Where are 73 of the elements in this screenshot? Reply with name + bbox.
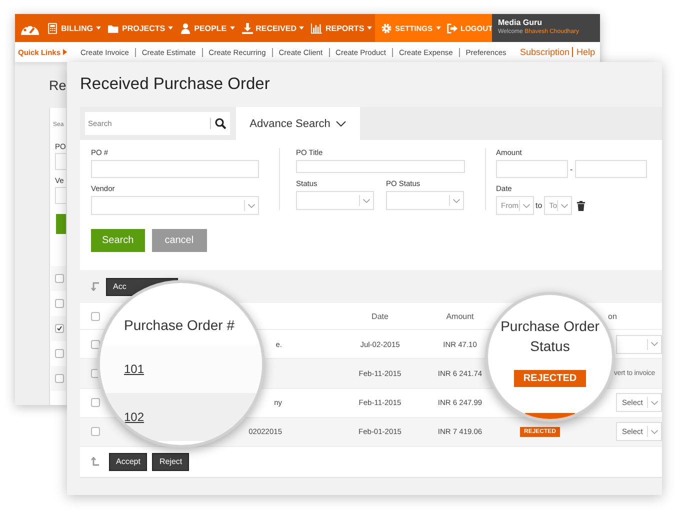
accept-button[interactable]: Accept: [109, 452, 148, 471]
status-badge: [525, 413, 575, 419]
chevron-down-icon: [651, 430, 658, 434]
chevron-down-icon: [248, 204, 255, 208]
reject-button[interactable]: Reject: [152, 452, 190, 471]
nav-menu-item[interactable]: REPORTS: [311, 22, 372, 34]
calculator-icon: [47, 22, 58, 34]
column-header: Date: [370, 312, 390, 321]
row-checkbox[interactable]: [90, 427, 100, 436]
range-joiner: to: [536, 201, 542, 210]
bar-chart-icon: [311, 22, 322, 34]
caret-icon: [168, 26, 174, 30]
caret-icon: [96, 26, 101, 30]
chevron-down-icon: [522, 204, 530, 208]
caret-icon: [436, 26, 441, 30]
column-header: Purchase Order #: [124, 317, 234, 333]
download-icon: [242, 22, 253, 34]
select-field[interactable]: [55, 187, 66, 204]
search-button[interactable]: Search: [91, 229, 145, 252]
nav-menu-item[interactable]: RECEIVED: [242, 22, 304, 34]
row-checkbox[interactable]: [90, 398, 100, 408]
input-field[interactable]: [496, 160, 568, 178]
nav-menu-item[interactable]: BILLING: [47, 22, 101, 34]
row-checkbox[interactable]: [90, 340, 100, 349]
chevron-down-icon: [453, 198, 460, 202]
bend-arrow-icon: [91, 457, 100, 466]
column-header: on: [607, 312, 618, 321]
select-field[interactable]: [91, 196, 259, 215]
order-number-link[interactable]: 102: [124, 410, 144, 424]
column-header: Purchase Order Status: [500, 317, 600, 356]
row-checkbox[interactable]: [55, 374, 64, 383]
advance-search-tab[interactable]: Advance Search: [236, 107, 360, 140]
row-checkbox[interactable]: [55, 274, 64, 283]
page-title: Re: [49, 78, 66, 95]
caret-icon: [62, 49, 67, 55]
chevron-down-icon: [363, 198, 370, 202]
select-field[interactable]: [296, 191, 374, 210]
range-separator: -: [570, 164, 573, 174]
input-field[interactable]: [91, 160, 259, 178]
cancel-button[interactable]: cancel: [152, 229, 207, 252]
page-title: Received Purchase Order: [80, 74, 271, 95]
nav-menu-item[interactable]: PROJECTS: [108, 22, 174, 34]
column-header: Amount: [445, 312, 475, 321]
chevron-down-icon: [336, 120, 346, 126]
chevron-down-icon: [651, 400, 658, 405]
row-checkbox[interactable]: [55, 349, 64, 358]
person-icon: [180, 22, 192, 34]
chevron-down-icon: [651, 342, 658, 346]
caret-icon: [230, 26, 235, 30]
row-checkbox[interactable]: [55, 299, 64, 308]
company-name: Media Guru: [498, 18, 544, 27]
folder-icon: [108, 22, 119, 34]
input-field[interactable]: [296, 160, 465, 173]
bend-arrow-icon: [91, 282, 100, 291]
settings-icon: [381, 22, 392, 34]
trash-icon[interactable]: [577, 200, 586, 210]
header-link[interactable]: Subscription: [516, 47, 572, 57]
header-link[interactable]: Help: [572, 47, 598, 57]
input-field[interactable]: [574, 160, 647, 178]
select-all-checkbox[interactable]: [90, 312, 100, 321]
caret-icon: [299, 26, 304, 30]
input-field[interactable]: [55, 153, 66, 170]
select-field[interactable]: [386, 191, 464, 210]
search-icon[interactable]: [215, 118, 226, 129]
caret-icon: [367, 26, 372, 30]
row-checkbox[interactable]: [55, 324, 64, 333]
status-badge: REJECTED: [514, 370, 586, 387]
logout-icon: [446, 22, 458, 34]
order-number-link[interactable]: 101: [124, 362, 144, 376]
select-field[interactable]: [616, 334, 662, 354]
search-button[interactable]: [56, 214, 66, 234]
nav-menu-item[interactable]: PEOPLE: [180, 22, 235, 34]
chevron-down-icon: [561, 204, 568, 208]
